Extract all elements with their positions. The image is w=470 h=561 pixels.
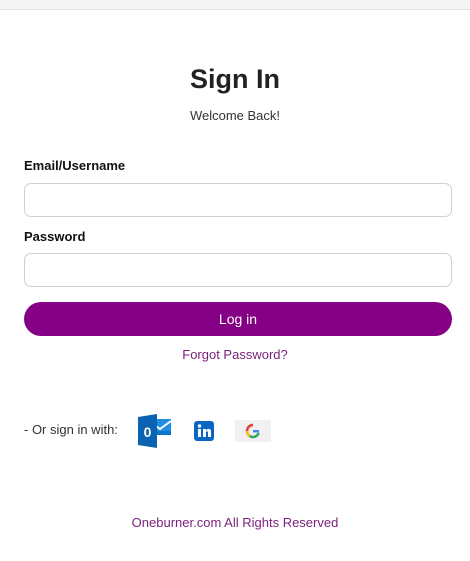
sso-prompt: - Or sign in with:: [24, 422, 118, 437]
outlook-icon[interactable]: 0: [137, 413, 173, 454]
page-subtitle: Welcome Back!: [189, 108, 281, 123]
svg-text:0: 0: [144, 424, 152, 440]
password-label: Password: [24, 229, 86, 244]
forgot-password-link[interactable]: Forgot Password?: [0, 347, 470, 362]
password-field[interactable]: [24, 253, 452, 287]
email-label: Email/Username: [24, 158, 126, 173]
login-button[interactable]: Log in: [24, 302, 452, 336]
google-icon[interactable]: [235, 420, 271, 447]
top-bar: [0, 0, 470, 10]
footer-copyright: Oneburner.com All Rights Reserved: [131, 515, 339, 530]
email-field[interactable]: [24, 183, 452, 217]
linkedin-icon[interactable]: [193, 420, 215, 447]
page-title: Sign In: [190, 64, 280, 94]
